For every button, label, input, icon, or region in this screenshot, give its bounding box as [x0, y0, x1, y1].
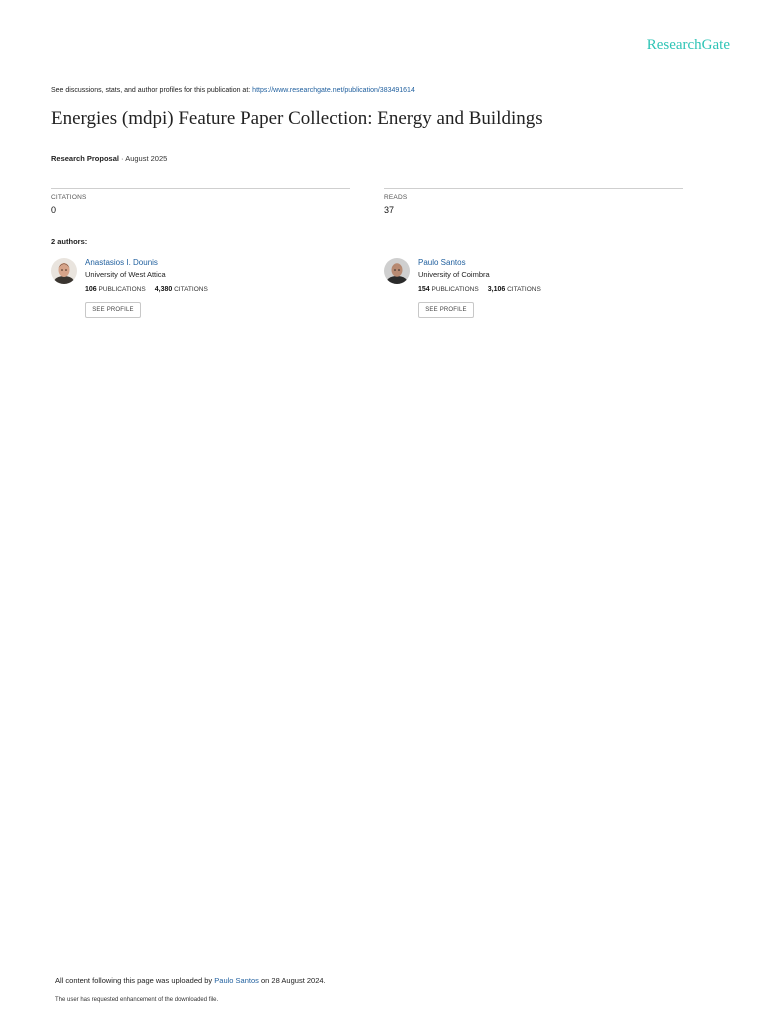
see-profile-button[interactable]: SEE PROFILE	[85, 302, 141, 318]
reads-divider	[384, 188, 683, 189]
authors-heading: 2 authors:	[51, 237, 88, 246]
citations-label: CITATIONS	[51, 194, 87, 201]
author-publications-count: 154	[418, 286, 430, 293]
uploader-link[interactable]: Paulo Santos	[214, 976, 259, 985]
author-avatar[interactable]	[384, 258, 410, 284]
author-name-link[interactable]: Paulo Santos	[418, 258, 466, 267]
reads-label: READS	[384, 194, 408, 201]
author-stats: 154 PUBLICATIONS 3,106 CITATIONS	[418, 286, 541, 293]
author-publications-label: PUBLICATIONS	[98, 286, 146, 293]
publication-url-link[interactable]: https://www.researchgate.net/publication…	[252, 87, 415, 94]
author-stats: 106 PUBLICATIONS 4,380 CITATIONS	[85, 286, 208, 293]
upload-info: All content following this page was uplo…	[55, 976, 326, 985]
publication-meta: Research Proposal · August 2025	[51, 154, 167, 163]
author-affiliation: University of Coimbra	[418, 270, 490, 279]
publication-date: · August 2025	[118, 154, 168, 163]
upload-suffix: on 28 August 2024.	[258, 976, 326, 985]
reads-count: 37	[384, 205, 395, 215]
citations-count: 0	[51, 205, 57, 215]
source-prefix-text: See discussions, stats, and author profi…	[51, 87, 253, 94]
author-affiliation: University of West Attica	[85, 270, 166, 279]
upload-prefix: All content following this page was uplo…	[55, 976, 215, 985]
author-publications-label: PUBLICATIONS	[431, 286, 479, 293]
citations-divider	[51, 188, 350, 189]
see-profile-button[interactable]: SEE PROFILE	[418, 302, 474, 318]
author-photo-icon	[384, 258, 410, 284]
author-citations-count: 3,106	[487, 286, 506, 293]
author-avatar[interactable]	[51, 258, 77, 284]
researchgate-logo[interactable]: ResearchGate	[600, 37, 730, 54]
enhancement-note: The user has requested enhancement of th…	[55, 997, 219, 1003]
author-citations-label: CITATIONS	[507, 286, 541, 293]
author-citations-label: CITATIONS	[174, 286, 208, 293]
author-photo-icon	[51, 258, 77, 284]
author-publications-count: 106	[85, 286, 97, 293]
publication-title: Energies (mdpi) Feature Paper Collection…	[51, 108, 543, 129]
publication-source-line: See discussions, stats, and author profi…	[51, 87, 415, 94]
author-citations-count: 4,380	[154, 286, 173, 293]
author-name-link[interactable]: Anastasios I. Dounis	[85, 258, 158, 267]
publication-type: Research Proposal	[51, 154, 119, 163]
